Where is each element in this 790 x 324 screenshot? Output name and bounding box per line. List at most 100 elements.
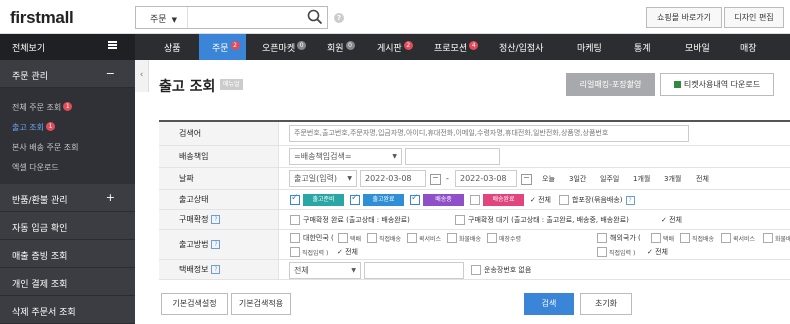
default-search-setting-button[interactable]: 기본검색설정 [161, 293, 228, 315]
overseas-opt-label: 택배 [663, 236, 675, 243]
ticket-download-button[interactable]: 티켓사용내역 다운로드 [660, 73, 774, 96]
domestic-opt-checkbox[interactable] [487, 233, 497, 243]
nav-board[interactable]: 게시판 2 [377, 34, 413, 60]
status-delivered-checkbox[interactable] [470, 195, 480, 205]
date-type-select[interactable]: 출고일(입력) ▼ [289, 170, 357, 187]
domestic-opt-checkbox[interactable] [447, 233, 457, 243]
no-invoice-checkbox[interactable] [471, 265, 481, 275]
design-edit-button[interactable]: 디자인 편집 [724, 7, 784, 28]
help-icon[interactable]: ? [211, 215, 221, 224]
all-menu-button[interactable]: 전체보기 [0, 34, 135, 60]
nav-store[interactable]: 매장 [740, 34, 757, 60]
overseas-direct-checkbox[interactable] [597, 247, 607, 257]
label-purchase-confirm: 구매확정? [159, 210, 279, 229]
keyword-input[interactable]: 주문번호,출고번호,주문자명,입금자명,아이디,휴대전화,이메일,수령자명,휴대… [289, 125, 689, 142]
chevron-down-icon: ▼ [351, 267, 356, 274]
date-separator: - [446, 174, 449, 183]
nav-open-market[interactable]: 오픈마켓 0 [262, 34, 307, 60]
sidebar-cat-return[interactable]: 반품/환불 관리 + [0, 184, 135, 212]
search-button[interactable]: 검색 [524, 293, 574, 315]
combined-shipping-checkbox[interactable] [559, 195, 569, 205]
purchase-wait-checkbox[interactable] [455, 215, 465, 225]
period-today[interactable]: 오늘 [542, 174, 555, 184]
sidebar-cat-sales-proof[interactable]: 매출 증빙 조회 [0, 240, 135, 268]
count-badge: 4 [469, 41, 479, 50]
overseas-opt-checkbox[interactable] [721, 233, 731, 243]
invoice-input[interactable] [364, 262, 464, 279]
sidebar-cat-label: 주문 관리 [12, 72, 48, 82]
period-all[interactable]: 전체 [696, 174, 709, 184]
status-released-checkbox[interactable] [350, 193, 360, 205]
overseas-checkbox[interactable] [597, 233, 607, 243]
period-3days[interactable]: 3일간 [569, 174, 586, 184]
realpacking-button[interactable]: 리얼패킹-포장촬영 [566, 73, 655, 96]
purchase-all-label: 전체 [669, 216, 682, 224]
date-from-input[interactable]: 2022-03-08 [360, 170, 426, 187]
sidebar-collapse-button[interactable]: ‹ [135, 60, 149, 92]
sidebar-item-label: 엑셀 다운로드 [12, 163, 59, 172]
overseas-opt-checkbox[interactable] [680, 233, 690, 243]
overseas-opt-checkbox[interactable] [763, 233, 773, 243]
nav-settlement[interactable]: 정산/입점사 [499, 34, 543, 60]
overseas-opt-checkbox[interactable] [651, 233, 661, 243]
help-icon[interactable]: ? [625, 196, 635, 205]
help-icon[interactable]: ? [334, 13, 344, 23]
calendar-icon[interactable] [430, 174, 441, 185]
sidebar-item-excel[interactable]: 엑셀 다운로드 [12, 162, 59, 173]
status-ready-checkbox[interactable] [290, 193, 300, 205]
domestic-opt-checkbox[interactable] [338, 233, 348, 243]
count-badge: 1 [63, 102, 73, 111]
sidebar-item-release[interactable]: 출고 조회 1 [12, 122, 55, 133]
global-search[interactable]: 주문 ▼ [135, 6, 328, 29]
nav-promotion[interactable]: 프로모션 4 [434, 34, 479, 60]
date-to-input[interactable]: 2022-03-08 [455, 170, 517, 187]
nav-label: 정산/입점사 [499, 44, 544, 54]
excel-icon [673, 81, 681, 88]
help-icon[interactable]: ? [211, 240, 221, 249]
calendar-icon[interactable] [521, 174, 532, 185]
period-3months[interactable]: 3개월 [664, 174, 681, 184]
shipping-group-extra-input[interactable] [405, 148, 500, 165]
collapse-icon: − [105, 67, 115, 80]
reset-button[interactable]: 초기화 [580, 293, 632, 315]
search-icon[interactable] [307, 9, 323, 27]
shop-link-button[interactable]: 쇼핑몰 바로가기 [646, 7, 722, 28]
domestic-direct-checkbox[interactable] [290, 247, 300, 257]
period-1month[interactable]: 1개월 [633, 174, 650, 184]
sidebar-cat-personal-pay[interactable]: 개인 결제 조회 [0, 268, 135, 296]
sidebar-cat-label: 삭제 주문서 조회 [12, 308, 76, 318]
count-badge: 2 [403, 41, 413, 50]
domestic-opt-checkbox[interactable] [407, 233, 417, 243]
logo[interactable]: firstmall [10, 8, 74, 28]
domestic-all-toggle[interactable]: ✓ 전체 [337, 247, 358, 257]
domestic-opt-checkbox[interactable] [367, 233, 377, 243]
sidebar-cat-auto-deposit[interactable]: 자동 입금 확인 [0, 212, 135, 240]
nav-members[interactable]: 회원 0 [327, 34, 355, 60]
nav-mobile[interactable]: 모바일 [685, 34, 710, 60]
status-shipping-checkbox[interactable] [410, 193, 420, 205]
sidebar-cat-order-mgmt[interactable]: 주문 관리 − [0, 60, 135, 88]
purchase-all-toggle[interactable]: ✓ 전체 [661, 215, 682, 225]
nav-products[interactable]: 상품 [164, 34, 181, 60]
nav-orders[interactable]: 주문 2 [199, 34, 246, 60]
purchase-done-label: 구매확정 완료 (출고상태 : 배송완료) [303, 216, 410, 224]
shipping-group-select[interactable]: =배송책임검색= ▼ [289, 148, 402, 165]
sidebar-cat-deleted-orders[interactable]: 삭제 주문서 조회 [0, 296, 135, 324]
sidebar-item-all-orders[interactable]: 전체 주문 조회 1 [12, 102, 73, 113]
period-week[interactable]: 일주일 [600, 174, 619, 184]
overseas-all-toggle[interactable]: ✓ 전체 [647, 247, 668, 257]
default-search-apply-button[interactable]: 기본검색적용 [231, 293, 291, 315]
nav-statistics[interactable]: 통계 [634, 34, 651, 60]
courier-select[interactable]: 전체 ▼ [289, 262, 361, 279]
status-delivered-tag: 배송완료 [483, 194, 524, 206]
manual-badge[interactable]: 매뉴얼 [220, 79, 243, 90]
status-all-toggle[interactable]: ✓ 전체 [530, 195, 551, 205]
purchase-done-checkbox[interactable] [290, 215, 300, 225]
help-icon[interactable]: ? [211, 265, 221, 274]
nav-label: 회원 [327, 44, 344, 54]
sidebar-item-hq-shipping[interactable]: 본사 배송 주문 조회 [12, 142, 79, 153]
domestic-checkbox[interactable] [290, 233, 300, 243]
search-type-select[interactable]: 주문 ▼ [136, 7, 188, 28]
label-release-method: 출고방법? [159, 230, 279, 259]
nav-marketing[interactable]: 마케팅 [577, 34, 602, 60]
